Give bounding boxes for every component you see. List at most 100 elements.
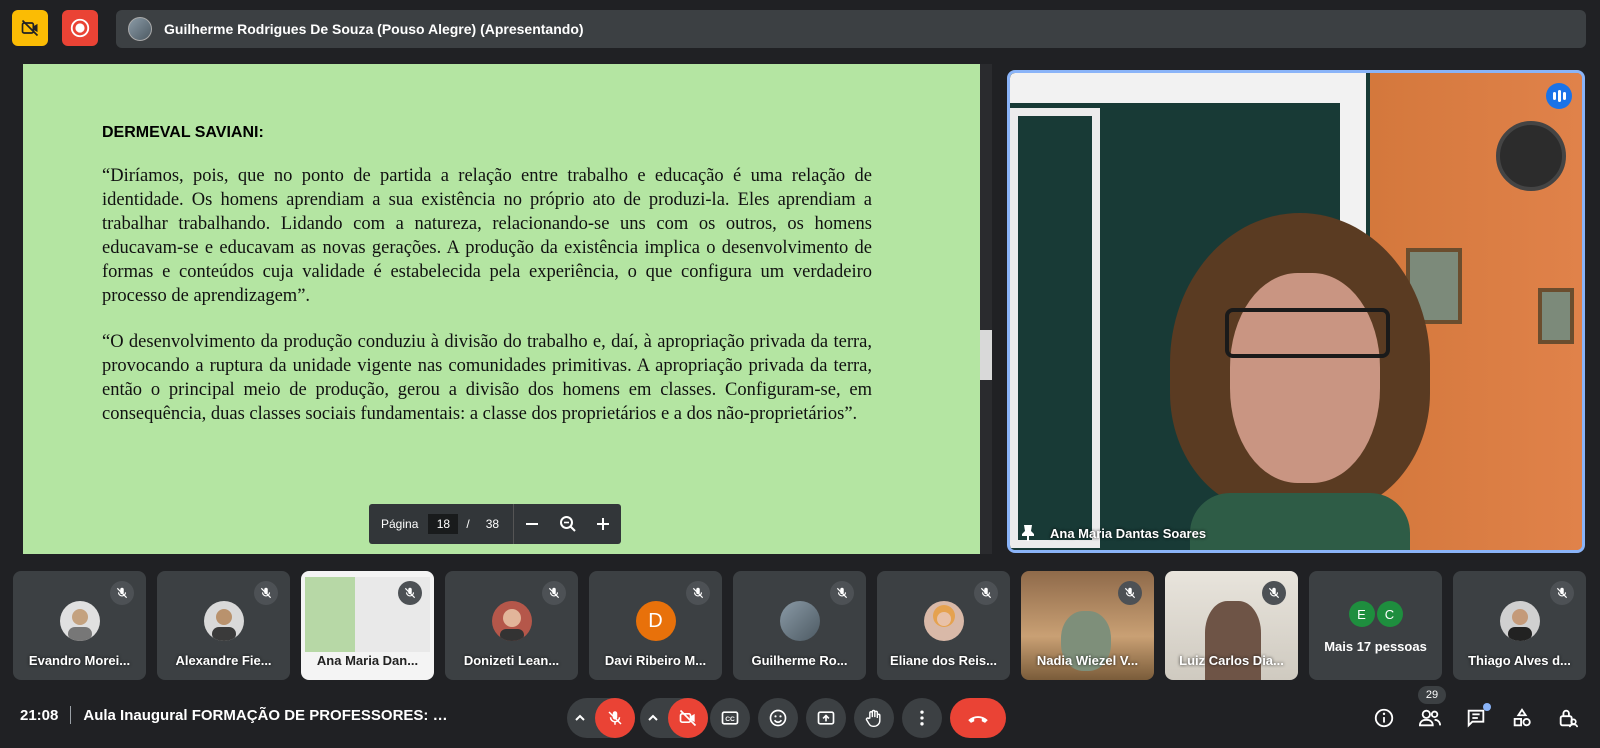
avatar <box>203 601 244 641</box>
presenter-avatar <box>128 17 152 41</box>
page-separator: / <box>466 517 470 531</box>
avatar <box>491 601 532 641</box>
mic-off-icon <box>110 581 134 605</box>
zoom-search-icon <box>559 516 576 532</box>
participant-name: Eliane dos Reis... <box>890 653 997 668</box>
more-participants-tile[interactable]: E C Mais 17 pessoas <box>1309 571 1442 680</box>
speaking-indicator-icon <box>1546 83 1572 109</box>
hand-icon <box>865 709 881 728</box>
raise-hand-button[interactable] <box>854 698 894 738</box>
main-speaker-video[interactable]: Ana Maria Dantas Soares <box>1007 70 1585 553</box>
participant-tile[interactable]: Evandro Morei... <box>13 571 146 680</box>
people-icon <box>1418 709 1441 727</box>
divider <box>70 706 72 724</box>
minus-icon <box>525 523 538 525</box>
present-screen-button[interactable] <box>806 698 846 738</box>
zoom-out-button[interactable] <box>514 504 550 544</box>
avatar <box>1499 601 1540 641</box>
reactions-button[interactable] <box>758 698 798 738</box>
camera-control-group <box>640 698 708 738</box>
video-wall-clock <box>1496 121 1566 191</box>
page-number-input[interactable] <box>428 514 459 534</box>
more-avatars: E C <box>1348 601 1403 627</box>
mic-off-icon <box>1262 581 1286 605</box>
meeting-info: 21:08 Aula Inaugural FORMAÇÃO DE PROFESS… <box>20 706 453 724</box>
meeting-details-button[interactable] <box>1372 706 1396 730</box>
no-camera-indicator-button[interactable] <box>12 10 48 46</box>
participant-name: Guilherme Ro... <box>751 653 848 668</box>
avatar <box>923 601 964 641</box>
clock: 21:08 <box>20 706 59 724</box>
participant-name: Thiago Alves d... <box>1468 653 1571 668</box>
mic-off-icon <box>1550 581 1574 605</box>
more-options-button[interactable] <box>902 698 942 738</box>
participant-name: Donizeti Lean... <box>463 653 560 668</box>
video-window <box>1010 108 1100 548</box>
recording-button[interactable] <box>62 10 98 46</box>
people-button[interactable]: 29 <box>1418 686 1446 730</box>
host-controls-button[interactable] <box>1556 706 1580 730</box>
presenter-label: Guilherme Rodrigues De Souza (Pouso Aleg… <box>164 21 584 37</box>
participant-name: Ana Maria Dan... <box>316 653 419 668</box>
mic-off-icon <box>830 581 854 605</box>
participant-name: Nadia Wiezel V... <box>1036 653 1139 668</box>
participant-tile[interactable]: Luiz Carlos Dia... <box>1165 571 1298 680</box>
shapes-icon <box>1513 708 1531 727</box>
participant-tile[interactable]: Eliane dos Reis... <box>877 571 1010 680</box>
participant-strip: Evandro Morei... Alexandre Fie... Ana Ma… <box>13 571 1586 680</box>
side-panel-buttons: 29 <box>1372 686 1580 730</box>
video-off-icon <box>21 19 39 37</box>
chat-icon <box>1467 709 1485 728</box>
scrollbar-thumb[interactable] <box>980 330 992 380</box>
chat-button[interactable] <box>1464 703 1491 730</box>
pdf-toolbar: Página / 38 <box>369 504 621 544</box>
participant-name: Alexandre Fie... <box>175 653 272 668</box>
slide-scrollbar[interactable] <box>980 64 992 554</box>
participant-video-figure <box>1205 601 1261 680</box>
mic-off-icon <box>542 581 566 605</box>
info-icon <box>1374 708 1394 728</box>
video-off-icon <box>679 709 697 727</box>
participant-tile[interactable]: D Davi Ribeiro M... <box>589 571 722 680</box>
mic-off-icon <box>398 581 422 605</box>
fit-zoom-button[interactable] <box>550 504 586 544</box>
participant-tile[interactable]: Ana Maria Dan... <box>301 571 434 680</box>
activities-button[interactable] <box>1510 706 1534 730</box>
hangup-icon <box>968 716 988 723</box>
participant-tile[interactable]: Thiago Alves d... <box>1453 571 1586 680</box>
total-pages: 38 <box>485 517 500 531</box>
participant-tile[interactable]: Alexandre Fie... <box>157 571 290 680</box>
closed-captions-icon: CC <box>721 711 739 725</box>
record-icon <box>70 18 90 38</box>
present-icon <box>817 711 835 725</box>
participant-tile[interactable]: Donizeti Lean... <box>445 571 578 680</box>
svg-text:CC: CC <box>725 716 735 723</box>
avatar: E <box>1348 601 1375 627</box>
chevron-up-icon[interactable] <box>573 711 587 725</box>
page-label: Página <box>381 517 419 531</box>
presenter-bar[interactable]: Guilherme Rodrigues De Souza (Pouso Aleg… <box>116 10 1586 48</box>
chevron-up-icon[interactable] <box>646 711 660 725</box>
participant-tile[interactable]: Guilherme Ro... <box>733 571 866 680</box>
camera-toggle-button[interactable] <box>668 698 708 738</box>
mic-toggle-button[interactable] <box>595 698 635 738</box>
avatar <box>59 601 100 641</box>
avatar <box>779 601 820 641</box>
zoom-in-button[interactable] <box>585 504 621 544</box>
main-video-name: Ana Maria Dantas Soares <box>1050 525 1207 541</box>
captions-button[interactable]: CC <box>710 698 750 738</box>
presented-slide: DERMEVAL SAVIANI: “Diríamos, pois, que n… <box>23 64 980 554</box>
slide-heading: DERMEVAL SAVIANI: <box>102 124 264 141</box>
mic-off-icon <box>686 581 710 605</box>
participant-tile[interactable]: Nadia Wiezel V... <box>1021 571 1154 680</box>
slide-paragraph-2: “O desenvolvimento da produção conduziu … <box>102 332 872 424</box>
more-participants-label: Mais 17 pessoas <box>1324 639 1427 654</box>
meeting-title[interactable]: Aula Inaugural FORMAÇÃO DE PROFESSORES: … <box>83 707 453 724</box>
speaker-figure <box>1170 213 1430 550</box>
video-door-frame <box>1010 73 1350 103</box>
mic-off-icon <box>608 711 622 725</box>
video-wall-picture <box>1538 288 1574 344</box>
pin-icon[interactable] <box>1020 524 1036 542</box>
leave-call-button[interactable] <box>950 698 1006 738</box>
avatar: D <box>635 601 676 641</box>
